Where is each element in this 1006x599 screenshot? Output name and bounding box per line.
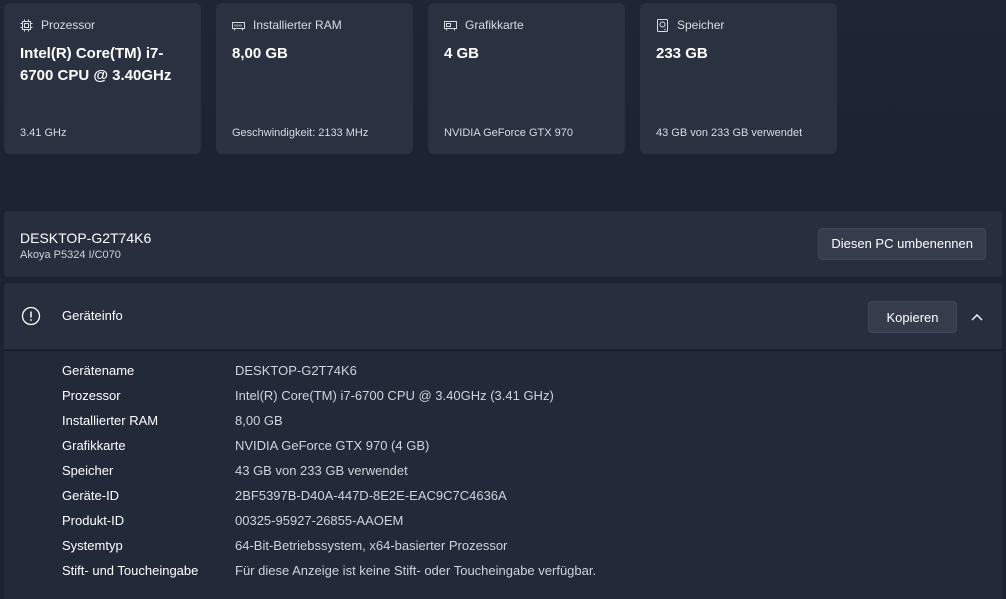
device-name-panel: DESKTOP-G2T74K6 Akoya P5324 I/C070 Diese…: [4, 211, 1002, 277]
info-row-device-id: Geräte-ID 2BF5397B-D40A-447D-8E2E-EAC9C7…: [62, 488, 507, 508]
info-label: Stift- und Toucheingabe: [62, 563, 199, 578]
info-value: 64-Bit-Betriebssystem, x64-basierter Pro…: [235, 538, 508, 553]
info-row-device-name: Gerätename DESKTOP-G2T74K6: [62, 363, 357, 383]
processor-card: Prozessor Intel(R) Core(TM) i7-6700 CPU …: [4, 3, 201, 154]
info-value: NVIDIA GeForce GTX 970 (4 GB): [235, 438, 430, 453]
device-model: Akoya P5324 I/C070: [20, 249, 121, 261]
card-subtext: Geschwindigkeit: 2133 MHz: [232, 127, 369, 139]
info-label: Installierter RAM: [62, 413, 159, 428]
processor-icon: [20, 19, 33, 32]
info-value: 8,00 GB: [235, 413, 283, 428]
card-value: Intel(R) Core(TM) i7-6700 CPU @ 3.40GHz: [20, 45, 172, 84]
info-value: 00325-95927-26855-AAOEM: [235, 513, 404, 528]
graphics-card-icon: [444, 19, 457, 32]
info-label: Geräte-ID: [62, 488, 120, 503]
rename-pc-button[interactable]: Diesen PC umbenennen: [818, 228, 986, 260]
card-title: Grafikkarte: [465, 18, 524, 32]
card-header: Installierter RAM: [232, 18, 342, 32]
info-icon: [21, 306, 41, 331]
info-value: Intel(R) Core(TM) i7-6700 CPU @ 3.40GHz …: [235, 388, 554, 403]
card-title: Prozessor: [41, 18, 96, 32]
card-subtext: 43 GB von 233 GB verwendet: [656, 127, 803, 139]
info-label: Speicher: [62, 463, 114, 478]
device-info-header[interactable]: Geräteinfo Kopieren: [4, 283, 1002, 349]
info-label: Prozessor: [62, 388, 121, 403]
info-value: 2BF5397B-D40A-447D-8E2E-EAC9C7C4636A: [235, 488, 507, 503]
info-label: Grafikkarte: [62, 438, 126, 453]
storage-icon: [656, 18, 669, 32]
info-label: Produkt-ID: [62, 513, 125, 528]
graphics-card: Grafikkarte 4 GB NVIDIA GeForce GTX 970: [428, 3, 625, 154]
card-value: 8,00 GB: [232, 45, 288, 62]
card-title: Installierter RAM: [253, 18, 342, 32]
info-row-processor: Prozessor Intel(R) Core(TM) i7-6700 CPU …: [62, 388, 554, 408]
copy-button[interactable]: Kopieren: [868, 301, 957, 333]
card-header: Grafikkarte: [444, 18, 524, 32]
chevron-up-icon[interactable]: [966, 306, 988, 328]
card-subtext: 3.41 GHz: [20, 127, 67, 139]
card-value: 233 GB: [656, 45, 708, 62]
system-info-page: Prozessor Intel(R) Core(TM) i7-6700 CPU …: [0, 0, 1006, 599]
info-value: Für diese Anzeige ist keine Stift- oder …: [235, 563, 597, 578]
card-subtext: NVIDIA GeForce GTX 970: [444, 127, 573, 139]
info-label: Gerätename: [62, 363, 135, 378]
info-row-ram: Installierter RAM 8,00 GB: [62, 413, 283, 433]
card-header: Prozessor: [20, 18, 95, 32]
info-row-product-id: Produkt-ID 00325-95927-26855-AAOEM: [62, 513, 403, 533]
storage-card: Speicher 233 GB 43 GB von 233 GB verwend…: [640, 3, 837, 154]
info-row-pen-touch: Stift- und Toucheingabe Für diese Anzeig…: [62, 563, 596, 583]
info-row-graphics: Grafikkarte NVIDIA GeForce GTX 970 (4 GB…: [62, 438, 429, 458]
info-value: 43 GB von 233 GB verwendet: [235, 463, 408, 478]
info-row-system-type: Systemtyp 64-Bit-Betriebssystem, x64-bas…: [62, 538, 507, 558]
device-name: DESKTOP-G2T74K6: [20, 230, 152, 246]
device-info-title: Geräteinfo: [62, 308, 123, 323]
card-header: Speicher: [656, 18, 724, 32]
device-info-list: Gerätename DESKTOP-G2T74K6 Prozessor Int…: [4, 350, 1002, 599]
card-value: 4 GB: [444, 45, 480, 62]
ram-card: Installierter RAM 8,00 GB Geschwindigkei…: [216, 3, 413, 154]
ram-icon: [232, 19, 245, 32]
info-label: Systemtyp: [62, 538, 123, 553]
info-row-storage: Speicher 43 GB von 233 GB verwendet: [62, 463, 408, 483]
info-value: DESKTOP-G2T74K6: [235, 363, 357, 378]
card-title: Speicher: [677, 18, 725, 32]
